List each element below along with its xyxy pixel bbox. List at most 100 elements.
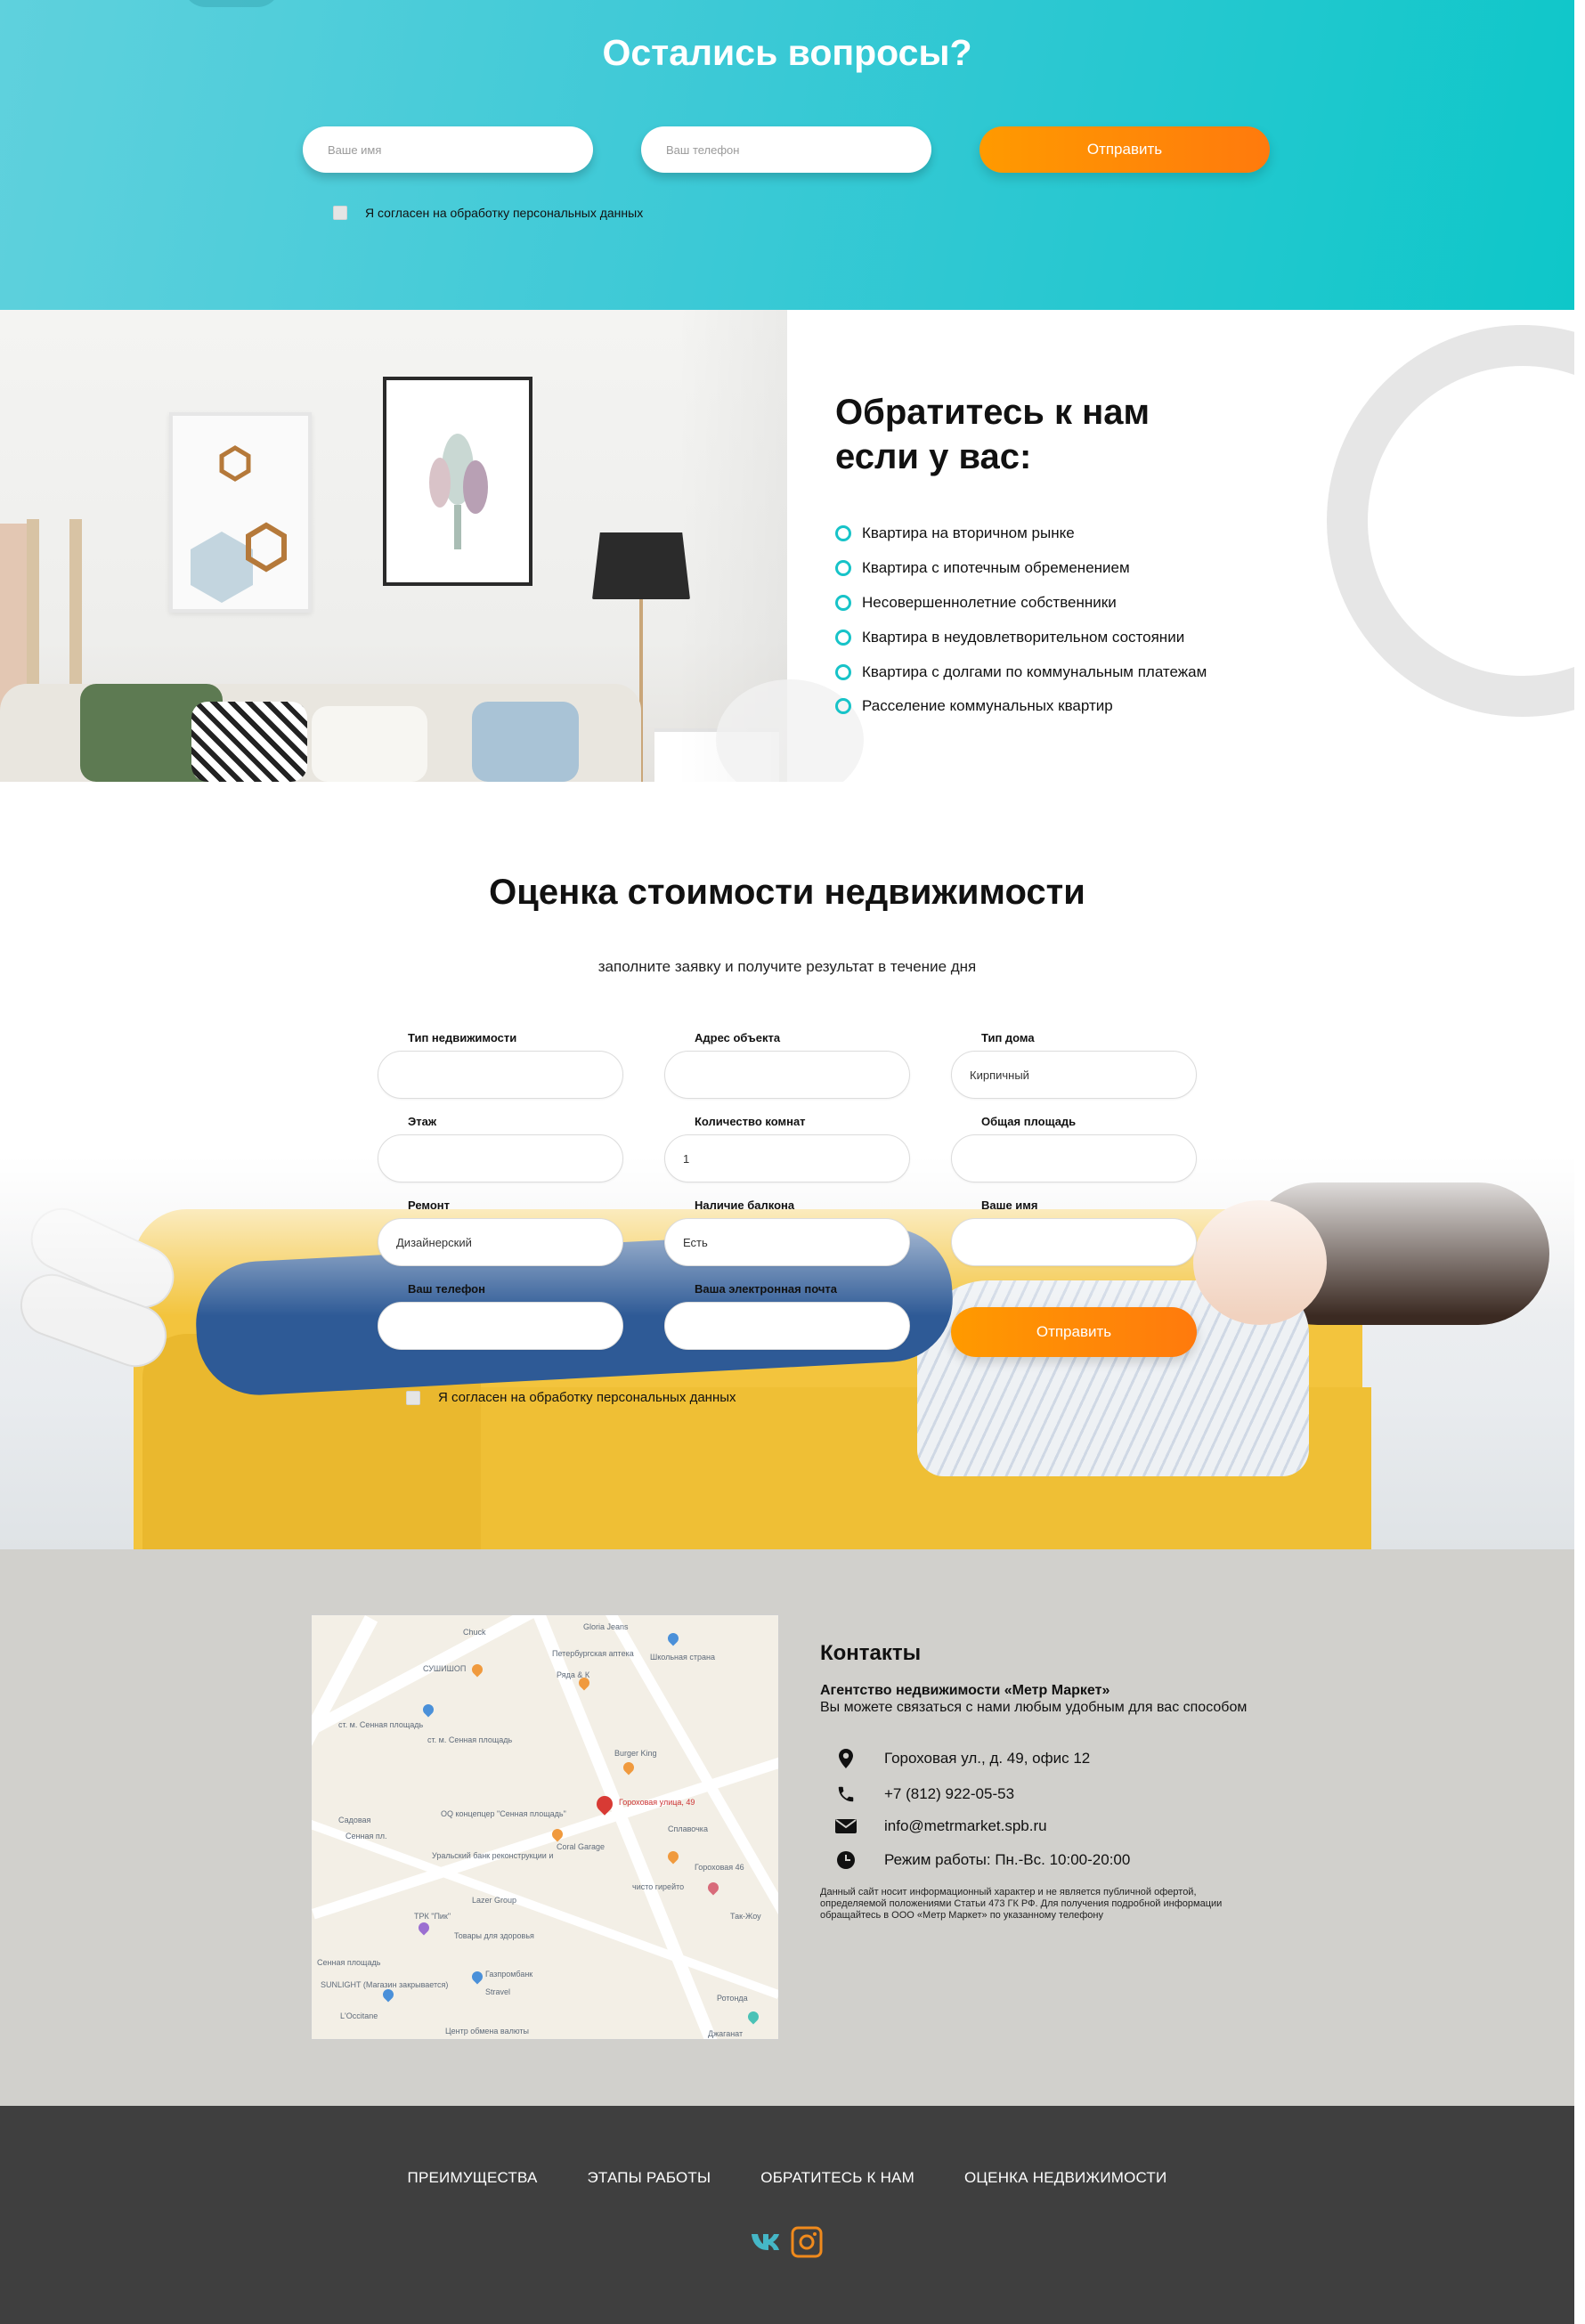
map-poi-icon [380,1987,396,2003]
map-label: Burger King [614,1749,657,1758]
map-label: Lazer Group [472,1896,517,1905]
photo-pillow [472,702,579,782]
area-label: Общая площадь [981,1115,1077,1128]
name-input[interactable] [303,126,593,173]
map-poi-icon [665,1630,681,1646]
email-row: info@metrmarket.spb.ru [833,1816,1047,1837]
map-road [312,1820,778,1999]
map-label: Coral Garage [557,1842,606,1851]
contact-us-title: Обратитесь к нам если у вас: [835,390,1150,479]
map-label: Садовая [338,1816,371,1824]
footer-link-advantages[interactable]: ПРЕИМУЩЕСТВА [408,2169,538,2187]
map-label: Chuck [463,1628,486,1637]
footer-link-valuation[interactable]: ОЦЕНКА НЕДВИЖИМОСТИ [964,2169,1166,2187]
consent-label: Я согласен на обработку персональных дан… [365,206,644,220]
reason-text: Квартира с ипотечным обременением [862,559,1130,577]
valuation-title: Оценка стоимости недвижимости [489,873,1085,912]
reason-text: Расселение коммунальных квартир [862,697,1113,715]
repair-select[interactable]: Дизайнерский [378,1218,623,1266]
ring-bullet-icon [835,525,851,542]
map-label: ст. м. Сенная площадь [427,1735,513,1744]
map-label: Gloria Jeans [583,1622,629,1631]
map-label: Газпромбанк [485,1970,533,1979]
your-email-input[interactable] [664,1302,910,1350]
instagram-icon[interactable] [791,2226,823,2263]
location-pin-icon [833,1748,859,1769]
rooms-input[interactable]: 1 [664,1134,910,1182]
vk-icon[interactable] [750,2231,789,2258]
reason-text: Квартира с долгами по коммунальным плате… [862,662,1207,680]
phone-icon [833,1784,859,1805]
decorative-half-circle [183,0,280,7]
map-poi-icon [469,1662,485,1678]
map-poi-icon [705,1880,721,1896]
reason-text: Несовершеннолетние собственники [862,593,1117,611]
page: Остались вопросы? Отправить Я согласен н… [0,0,1574,2324]
address-text: Гороховая ул., д. 49, офис 12 [884,1750,1091,1767]
reason-item: Квартира с ипотечным обременением [835,551,1207,586]
property-type-input[interactable] [378,1051,623,1099]
reason-text: Квартира в неудовлетворительном состояни… [862,628,1185,646]
map-label: Петербургская аптека [552,1649,634,1658]
ring-bullet-icon [835,698,851,715]
your-phone-input[interactable] [378,1302,623,1350]
reasons-list: Квартира на вторичном рынке Квартира с и… [835,516,1207,724]
reason-item: Квартира с долгами по коммунальным плате… [835,654,1207,689]
photo-frame-cactus [383,377,532,586]
map-label: Stravel [485,1987,511,1996]
agency-name: Агентство недвижимости «Метр Маркет» [820,1683,1110,1698]
location-map[interactable]: Gloria Jeans Chuck Петербургская аптека … [311,1614,779,2040]
your-name-label: Ваше имя [981,1199,1038,1212]
map-poi-icon [745,2009,761,2025]
footer-link-stages[interactable]: ЭТАПЫ РАБОТЫ [588,2169,711,2187]
floor-input[interactable] [378,1134,623,1182]
decorative-ring [1327,325,1574,717]
rooms-label: Количество комнат [695,1115,806,1128]
balcony-select[interactable]: Есть [664,1218,910,1266]
footer-link-contact-us[interactable]: ОБРАТИТЕСЬ К НАМ [760,2169,914,2187]
photo-lamp [592,532,690,599]
footer-nav: ПРЕИМУЩЕСТВА ЭТАПЫ РАБОТЫ ОБРАТИТЕСЬ К Н… [0,2169,1574,2187]
phone-row: +7 (812) 922-05-53 [833,1784,1014,1805]
reason-item: Несовершеннолетние собственники [835,586,1207,621]
address-row: Гороховая ул., д. 49, офис 12 [833,1748,1090,1769]
valuation-subtitle: заполните заявку и получите результат в … [597,958,977,975]
ring-bullet-icon [835,663,851,680]
address-input[interactable] [664,1051,910,1099]
reason-item: Расселение коммунальных квартир [835,689,1207,724]
phone-input[interactable] [641,126,931,173]
map-poi-icon [469,1969,485,1985]
consent-checkbox[interactable] [406,1390,420,1405]
your-name-input[interactable] [951,1218,1197,1266]
your-phone-label: Ваш телефон [408,1282,485,1296]
reason-item: Квартира в неудовлетворительном состояни… [835,620,1207,654]
map-label: Школьная страна [650,1653,715,1662]
phone-link[interactable]: +7 (812) 922-05-53 [884,1785,1014,1803]
map-label: Гороховая 46 [695,1863,744,1872]
footer [0,2106,1574,2324]
photo-pillow [312,706,427,782]
reason-text: Квартира на вторичном рынке [862,524,1075,542]
social-links [750,2226,823,2263]
hours-row: Режим работы: Пн.-Вс. 10:00-20:00 [833,1849,1130,1871]
area-input[interactable] [951,1134,1197,1182]
questions-section: Остались вопросы? Отправить Я согласен н… [0,0,1574,310]
clock-icon [833,1849,859,1871]
contacts-section [0,1549,1574,2106]
map-label: ТРК "Пик" [414,1912,451,1921]
reason-item: Квартира на вторичном рынке [835,516,1207,551]
valuation-consent: Я согласен на обработку персональных дан… [406,1390,736,1405]
ring-bullet-icon [835,560,851,577]
agency-subtitle: Вы можете связаться с нами любым удобным… [820,1700,1248,1715]
valuation-submit-button[interactable]: Отправить [951,1307,1197,1357]
property-type-label: Тип недвижимости [408,1031,517,1044]
email-link[interactable]: info@metrmarket.spb.ru [884,1817,1047,1835]
map-label: Гороховая улица, 49 [619,1798,695,1807]
photo-pillow [191,702,307,782]
consent-checkbox[interactable] [333,206,347,220]
house-type-select[interactable]: Кирпичный [951,1051,1197,1099]
map-label: Сенная пл. [345,1832,387,1841]
map-label: Центр обмена валюты [445,2027,529,2036]
questions-submit-button[interactable]: Отправить [979,126,1270,173]
balcony-label: Наличие балкона [695,1199,795,1212]
